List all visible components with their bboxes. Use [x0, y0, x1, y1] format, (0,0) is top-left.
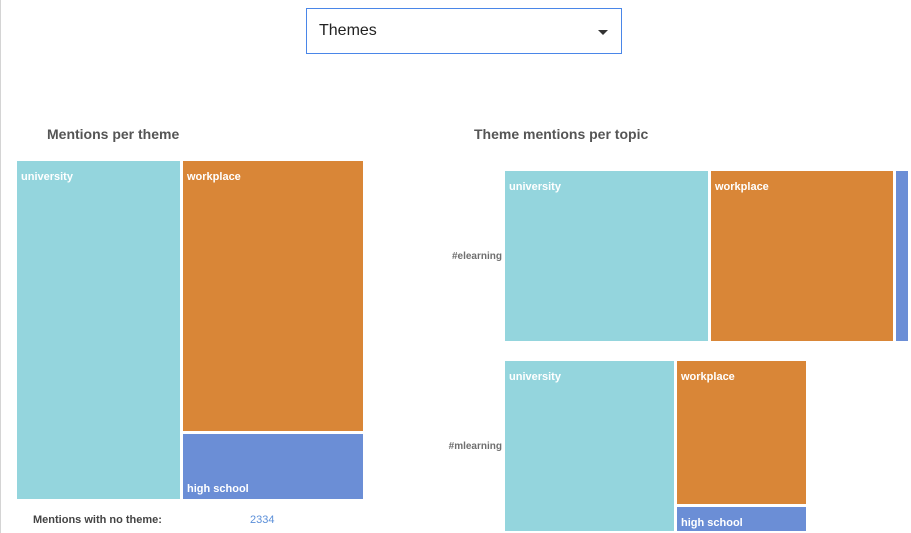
chart-title-mentions-per-theme: Mentions per theme	[47, 126, 180, 142]
topic-elearning-cell-high-school[interactable]	[896, 171, 908, 341]
chart-title-theme-mentions-per-topic: Theme mentions per topic	[474, 126, 649, 142]
topic-elearning-label-workplace: workplace	[715, 181, 769, 193]
theme-label-high-school: high school	[187, 483, 249, 495]
no-theme-label: Mentions with no theme:	[33, 514, 162, 526]
no-theme-value: 2334	[250, 514, 275, 526]
topic-elearning-cell-university[interactable]: university	[505, 171, 708, 341]
topic-elearning-cell-workplace[interactable]: workplace	[711, 171, 893, 341]
topic-mlearning-cell-high-school[interactable]: high school	[677, 507, 806, 531]
topic-mlearning-label-high-school: high school	[681, 517, 743, 529]
left-border	[0, 0, 1, 533]
view-dropdown[interactable]: Themes	[306, 8, 622, 54]
theme-cell-high-school[interactable]: high school	[183, 434, 363, 499]
chevron-down-icon	[598, 30, 608, 35]
topic-mlearning-cell-university[interactable]: university	[505, 361, 674, 531]
topic-mlearning-label-university: university	[509, 371, 561, 383]
topic-mlearning-label-workplace: workplace	[681, 371, 735, 383]
theme-cell-workplace[interactable]: workplace	[183, 161, 363, 431]
row-label-mlearning: #mlearning	[448, 441, 502, 452]
theme-cell-university[interactable]: university	[17, 161, 180, 499]
topic-mlearning-cell-workplace[interactable]: workplace	[677, 361, 806, 504]
row-label-elearning: #elearning	[451, 251, 502, 262]
dropdown-selected-value: Themes	[319, 22, 377, 39]
theme-label-workplace: workplace	[187, 171, 241, 183]
topic-elearning-label-university: university	[509, 181, 561, 193]
theme-label-university: university	[21, 171, 73, 183]
